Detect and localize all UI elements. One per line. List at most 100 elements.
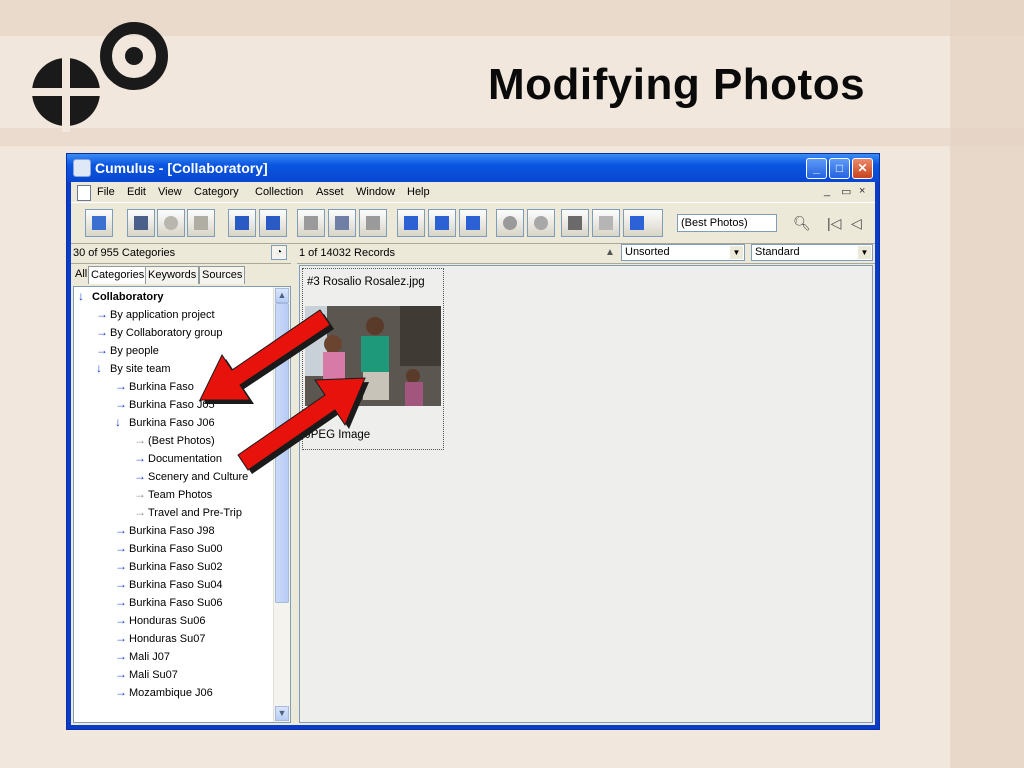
tree-item[interactable]: → Honduras Su06: [115, 613, 205, 629]
tab-categories[interactable]: Categories: [88, 266, 148, 284]
collapsed-arrow-icon[interactable]: →: [115, 595, 129, 609]
tree-item[interactable]: ↓ By site team: [96, 361, 171, 377]
collapsed-arrow-icon[interactable]: →: [115, 559, 129, 573]
tree-item[interactable]: → Mozambique J06: [115, 685, 213, 701]
tree-item[interactable]: → Burkina Faso: [115, 379, 194, 395]
collapsed-arrow-icon[interactable]: →: [115, 523, 129, 537]
large-thumbnails-button[interactable]: [459, 209, 487, 237]
collapsed-arrow-icon[interactable]: →: [96, 307, 110, 321]
details-view-button[interactable]: [359, 209, 387, 237]
collapsed-arrow-icon[interactable]: →: [134, 469, 148, 483]
tree-item[interactable]: → Burkina Faso Su02: [115, 559, 223, 575]
collapsed-arrow-icon[interactable]: →: [115, 649, 129, 663]
expanded-arrow-icon[interactable]: ↓: [96, 361, 110, 375]
tree-item[interactable]: → Scenery and Culture: [134, 469, 248, 485]
record-card[interactable]: #3 Rosalio Rosalez.jpg JPEG Image: [302, 268, 444, 450]
tab-sources[interactable]: Sources: [199, 266, 246, 284]
small-thumbnails-button[interactable]: [397, 209, 425, 237]
sort-direction-icon[interactable]: ▲: [605, 247, 615, 258]
sort-value: Unsorted: [625, 246, 670, 258]
tab-keywords[interactable]: Keywords: [145, 266, 200, 284]
expanded-arrow-icon[interactable]: ↓: [78, 289, 92, 303]
preview-button[interactable]: [527, 209, 555, 237]
title-bar[interactable]: Cumulus - [Collaboratory] _ □ ✕: [67, 154, 879, 182]
collapsed-arrow-icon[interactable]: →: [115, 667, 129, 681]
expanded-arrow-icon[interactable]: ↓: [115, 415, 129, 429]
menu-edit[interactable]: Edit: [127, 186, 146, 198]
scroll-up-icon[interactable]: ▲: [275, 288, 289, 303]
collapsed-arrow-icon[interactable]: →: [115, 685, 129, 699]
tree-item[interactable]: → Team Photos: [134, 487, 212, 503]
collapsed-arrow-icon[interactable]: →: [115, 613, 129, 627]
sync-button[interactable]: [85, 209, 113, 237]
collapsed-arrow-icon[interactable]: →: [96, 325, 110, 339]
medium-thumbnails-button[interactable]: [428, 209, 456, 237]
tree-item[interactable]: → By application project: [96, 307, 215, 323]
tree-item[interactable]: ↓ Burkina Faso J06: [115, 415, 215, 431]
info-button[interactable]: [496, 209, 524, 237]
tree-item[interactable]: → By people: [96, 343, 159, 359]
menu-asset[interactable]: Asset: [316, 186, 344, 198]
tree-item[interactable]: → Burkina Faso Su06: [115, 595, 223, 611]
first-record-icon[interactable]: |◁: [827, 215, 841, 232]
scroll-down-icon[interactable]: ▼: [275, 706, 289, 721]
trash-button[interactable]: [187, 209, 215, 237]
collapsed-arrow-icon[interactable]: →: [115, 541, 129, 555]
document-icon[interactable]: [77, 185, 91, 201]
collapsed-arrow-icon[interactable]: →: [134, 433, 148, 447]
view-select[interactable]: Standard ▼: [751, 244, 873, 261]
tree-item[interactable]: → (Best Photos): [134, 433, 215, 449]
tree-item[interactable]: → Burkina Faso J05: [115, 397, 215, 413]
chevron-down-icon: ▼: [858, 246, 871, 259]
print-button[interactable]: [127, 209, 155, 237]
sort-select[interactable]: Unsorted ▼: [621, 244, 745, 261]
mdi-minimize-button[interactable]: _: [824, 185, 830, 197]
menu-window[interactable]: Window: [356, 186, 395, 198]
tree-item[interactable]: → Burkina Faso J98: [115, 523, 215, 539]
send-button[interactable]: [592, 209, 620, 237]
columns-view-button[interactable]: [328, 209, 356, 237]
menu-collection[interactable]: Collection: [255, 186, 303, 198]
photo-thumbnail[interactable]: [305, 306, 441, 406]
tree-item[interactable]: → Mali Su07: [115, 667, 178, 683]
menu-view[interactable]: View: [158, 186, 182, 198]
search-icon[interactable]: 🔍︎: [793, 215, 811, 232]
tree-item[interactable]: → Documentation: [134, 451, 222, 467]
maximize-button[interactable]: □: [829, 158, 850, 179]
mdi-restore-button[interactable]: ▭: [841, 185, 851, 198]
tree-item-label: Collaboratory: [92, 291, 164, 303]
mdi-close-button[interactable]: ×: [859, 185, 865, 197]
layout-2-button[interactable]: [259, 209, 287, 237]
tree-item[interactable]: → Mali J07: [115, 649, 170, 665]
menu-help[interactable]: Help: [407, 186, 430, 198]
tree-item[interactable]: → Travel and Pre-Trip: [134, 505, 242, 521]
settings-button[interactable]: [157, 209, 185, 237]
collapsed-arrow-icon[interactable]: →: [115, 379, 129, 393]
collapsed-arrow-icon[interactable]: →: [134, 487, 148, 501]
categories-options-button[interactable]: ◔: [271, 245, 287, 260]
menu-category[interactable]: Category: [194, 186, 239, 198]
close-button[interactable]: ✕: [852, 158, 873, 179]
list-view-button[interactable]: [297, 209, 325, 237]
tab-all[interactable]: All: [73, 266, 89, 284]
tree-item[interactable]: → Honduras Su07: [115, 631, 205, 647]
collection-search-input[interactable]: (Best Photos): [677, 214, 777, 232]
collapsed-arrow-icon[interactable]: →: [115, 397, 129, 411]
tree-item[interactable]: → Burkina Faso Su04: [115, 577, 223, 593]
find-button[interactable]: [623, 209, 663, 237]
layout-1-button[interactable]: [228, 209, 256, 237]
tree-item[interactable]: ↓ Collaboratory: [78, 289, 164, 305]
collapsed-arrow-icon[interactable]: →: [96, 343, 110, 357]
collapsed-arrow-icon[interactable]: →: [134, 505, 148, 519]
scroll-thumb[interactable]: [275, 303, 289, 603]
menu-file[interactable]: File: [97, 186, 115, 198]
filmstrip-button[interactable]: [561, 209, 589, 237]
previous-record-icon[interactable]: ◁: [851, 215, 862, 232]
tree-item[interactable]: → By Collaboratory group: [96, 325, 223, 341]
collapsed-arrow-icon[interactable]: →: [134, 451, 148, 465]
collapsed-arrow-icon[interactable]: →: [115, 577, 129, 591]
tree-scrollbar[interactable]: ▲ ▼: [273, 287, 290, 722]
tree-item[interactable]: → Burkina Faso Su00: [115, 541, 223, 557]
minimize-button[interactable]: _: [806, 158, 827, 179]
collapsed-arrow-icon[interactable]: →: [115, 631, 129, 645]
